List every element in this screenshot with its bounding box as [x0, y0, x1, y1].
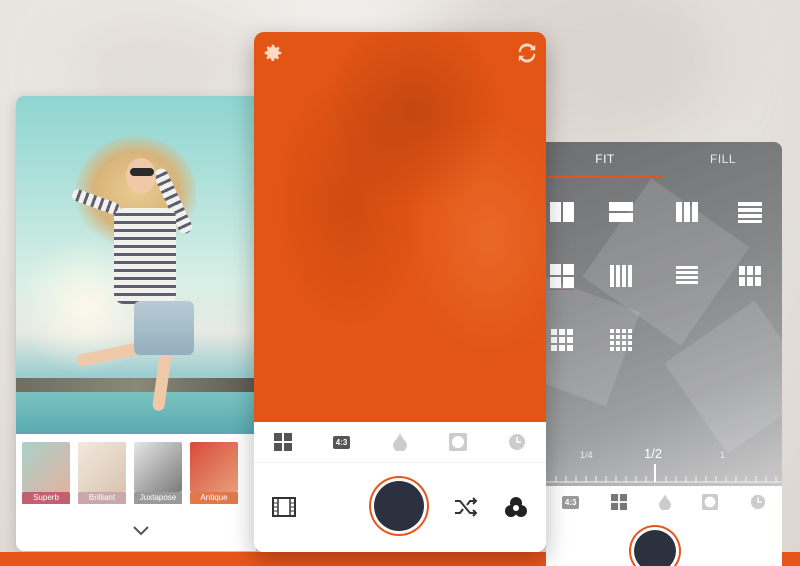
fit-fill-tabs: FIT FILL [546, 142, 782, 178]
camera-screen: 4:3 [254, 32, 546, 552]
vignette-icon[interactable] [702, 494, 719, 510]
aspect-ratio-icon[interactable]: 4:3 [331, 431, 353, 453]
layout-four-rows-icon[interactable] [736, 198, 764, 226]
layout-two-rows-icon[interactable] [607, 198, 635, 226]
shuffle-icon[interactable] [452, 493, 480, 521]
filter-screen: Superb Brilliant Juxtapose Antique [16, 96, 256, 551]
rotate-camera-icon[interactable] [516, 42, 538, 64]
border-ruler[interactable]: 1/4 1/2 1 [546, 442, 782, 486]
shutter-button[interactable] [634, 530, 676, 566]
ruler-label-center: 1/2 [644, 446, 663, 461]
layout-controls [546, 518, 782, 566]
filter-label: Superb [22, 492, 70, 504]
filter-juxtapose[interactable]: Juxtapose [134, 442, 182, 514]
ratio-label[interactable]: 4:3 [561, 495, 580, 509]
layout-toolbar: 4:3 [546, 486, 782, 518]
filter-brilliant[interactable]: Brilliant [78, 442, 126, 514]
layout-two-columns-icon[interactable] [548, 198, 576, 226]
filter-superb[interactable]: Superb [22, 442, 70, 514]
layout-grid-2x2-icon[interactable] [548, 262, 576, 290]
film-icon[interactable] [270, 493, 298, 521]
tab-fill[interactable]: FILL [664, 142, 782, 178]
camera-viewfinder[interactable] [254, 32, 546, 422]
filter-thumbnail [190, 442, 238, 492]
grid-icon[interactable] [611, 494, 628, 510]
filter-antique[interactable]: Antique [190, 442, 238, 514]
shutter-button[interactable] [374, 481, 424, 531]
camera-controls [254, 462, 546, 552]
timer-icon[interactable] [506, 431, 528, 453]
layout-three-columns-icon[interactable] [673, 198, 701, 226]
filter-strip: Superb Brilliant Juxtapose Antique [16, 434, 256, 514]
chevron-down-icon[interactable] [131, 521, 151, 541]
filter-thumbnail [134, 442, 182, 492]
timer-icon[interactable] [750, 494, 766, 510]
filter-label: Brilliant [78, 492, 126, 504]
layout-grid-4x4-icon[interactable] [607, 326, 635, 354]
preview-photo [16, 96, 256, 434]
filter-thumbnail [78, 442, 126, 492]
camera-toolbar: 4:3 [254, 422, 546, 462]
layout-four-columns-icon[interactable] [607, 262, 635, 290]
layout-screen: FIT FILL 1/4 1/2 1 4:3 [546, 142, 782, 566]
grid-icon[interactable] [272, 431, 294, 453]
drop-icon[interactable] [658, 494, 671, 510]
drop-icon[interactable] [389, 431, 411, 453]
filter-thumbnail [22, 442, 70, 492]
ruler-label-right: 1 [720, 450, 726, 460]
layout-grid-3x3-icon[interactable] [548, 326, 576, 354]
filter-label: Antique [190, 492, 238, 504]
ruler-label-left: 1/4 [580, 450, 593, 460]
gear-icon[interactable] [262, 42, 284, 64]
layout-five-rows-icon[interactable] [673, 262, 701, 290]
vignette-icon[interactable] [447, 431, 469, 453]
layout-grid-2x3-icon[interactable] [736, 262, 764, 290]
ratio-label: 4:3 [332, 435, 351, 449]
tab-fit[interactable]: FIT [546, 142, 664, 178]
filter-label: Juxtapose [134, 492, 182, 504]
color-filter-icon[interactable] [502, 493, 530, 521]
